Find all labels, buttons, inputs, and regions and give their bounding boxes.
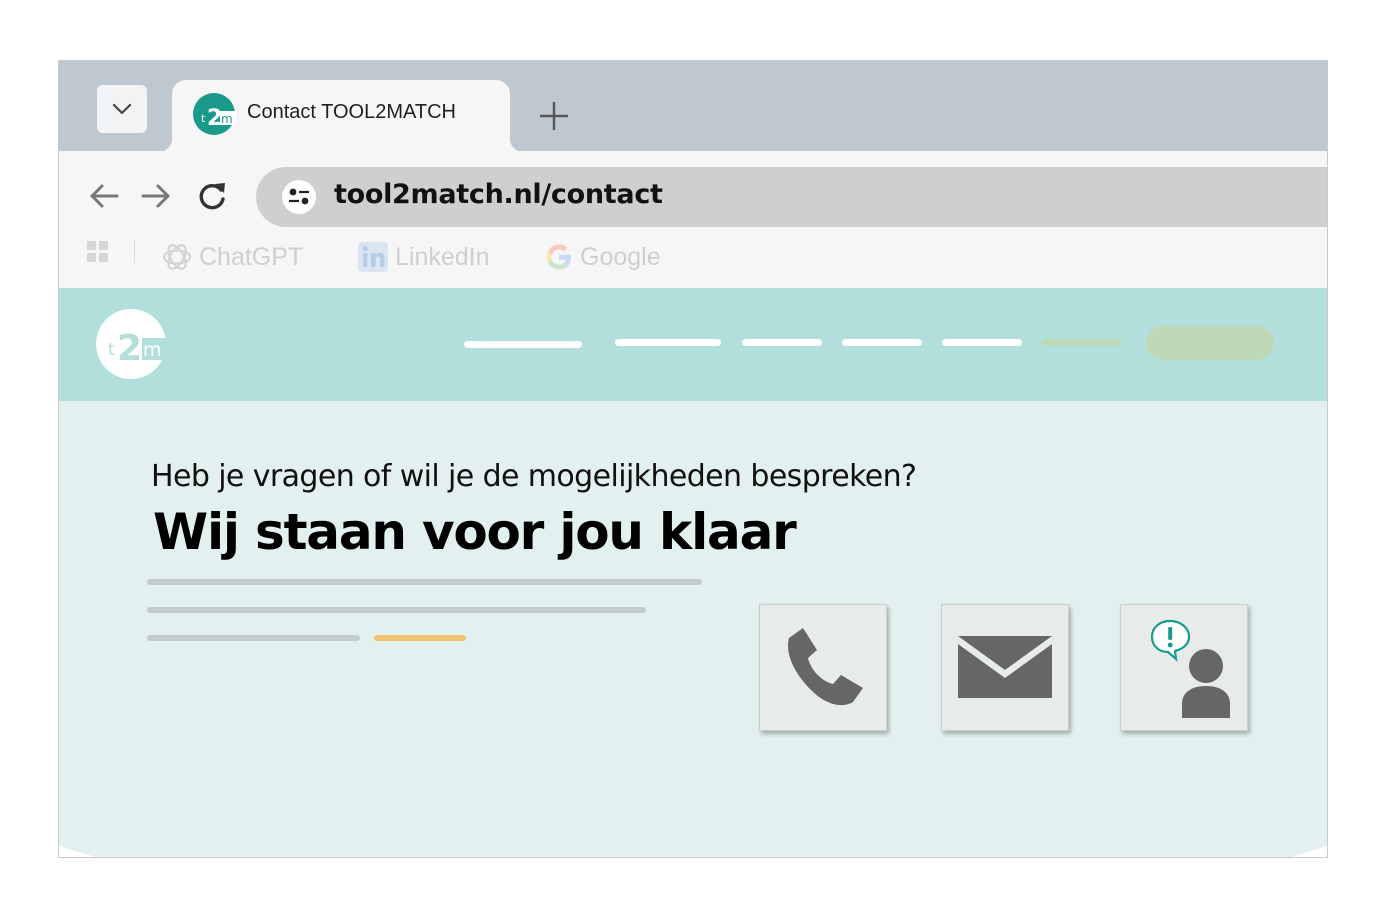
text-placeholder-line: [147, 579, 702, 585]
back-arrow-icon[interactable]: [87, 179, 121, 213]
active-tab[interactable]: t 2 m Contact TOOL2MATCH: [158, 80, 524, 152]
tab-strip: t 2 m Contact TOOL2MATCH: [59, 61, 1327, 152]
mail-icon: [958, 635, 1052, 698]
site-header: t 2 m: [59, 288, 1327, 401]
bookmark-separator: [134, 239, 135, 263]
nav-link-placeholder[interactable]: [942, 339, 1022, 346]
support-person-icon: [1150, 619, 1230, 718]
hero-lead-text: Heb je vragen of wil je de mogelijkheden…: [151, 459, 917, 494]
apps-grid-icon[interactable]: [87, 241, 109, 263]
site-info-icon[interactable]: [282, 180, 316, 214]
text-placeholder-line: [147, 607, 646, 613]
bookmark-chatgpt[interactable]: ChatGPT: [161, 241, 303, 273]
nav-link-placeholder[interactable]: [742, 339, 822, 346]
chevron-down-icon: [112, 103, 132, 115]
nav-link-active-placeholder[interactable]: [1042, 339, 1122, 346]
svg-text:m: m: [221, 112, 233, 126]
chatgpt-icon: [163, 244, 191, 270]
hero-title: Wij staan voor jou klaar: [153, 503, 797, 561]
linkedin-icon: [358, 242, 388, 272]
bookmark-label: Google: [580, 242, 661, 271]
bookmark-label: LinkedIn: [395, 242, 490, 271]
contact-support-card[interactable]: [1120, 604, 1248, 731]
contact-hero: Heb je vragen of wil je de mogelijkheden…: [59, 401, 1327, 857]
phone-icon: [787, 627, 863, 705]
t2m-logo-icon: t 2 m: [193, 93, 236, 135]
tune-icon: [289, 188, 309, 205]
text-placeholder-line: [147, 635, 360, 641]
nav-cta-button[interactable]: [1146, 326, 1274, 360]
link-placeholder[interactable]: [374, 635, 466, 641]
browser-window: t 2 m Contact TOOL2MATCH tool2match.nl/c…: [58, 60, 1328, 858]
bookmark-label: ChatGPT: [199, 242, 304, 271]
address-bar[interactable]: tool2match.nl/contact: [256, 167, 1327, 227]
svg-text:m: m: [143, 339, 162, 361]
bookmark-linkedin[interactable]: LinkedIn: [357, 241, 490, 273]
tab-title: Contact TOOL2MATCH: [247, 101, 456, 123]
tab-search-button[interactable]: [97, 85, 147, 133]
svg-text:t: t: [201, 112, 206, 125]
forward-arrow-icon[interactable]: [139, 179, 173, 213]
bookmark-google[interactable]: Google: [544, 241, 661, 273]
svg-text:2: 2: [117, 328, 142, 369]
contact-email-card[interactable]: [941, 604, 1069, 731]
site-logo[interactable]: t 2 m: [95, 308, 167, 380]
google-icon: [546, 244, 571, 270]
nav-link-placeholder[interactable]: [464, 341, 582, 348]
nav-link-placeholder[interactable]: [615, 339, 721, 346]
browser-toolbar: tool2match.nl/contact ChatGPT LinkedIn G…: [59, 151, 1327, 288]
new-tab-button[interactable]: [537, 99, 571, 133]
url-text: tool2match.nl/contact: [334, 179, 663, 210]
reload-icon[interactable]: [195, 179, 229, 213]
svg-text:t: t: [108, 340, 115, 360]
contact-phone-card[interactable]: [759, 604, 887, 731]
nav-link-placeholder[interactable]: [842, 339, 922, 346]
